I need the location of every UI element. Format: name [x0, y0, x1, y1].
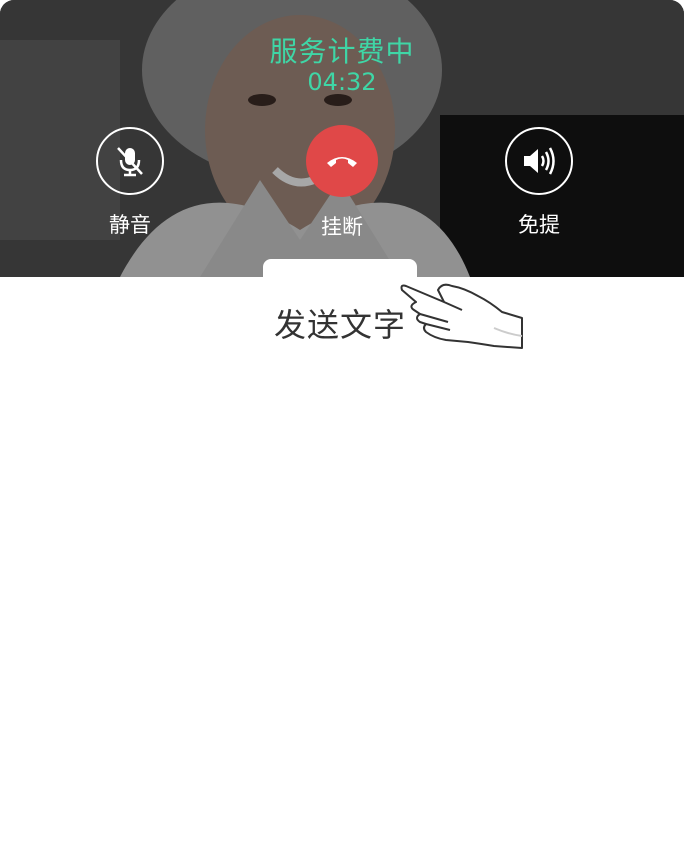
phone-hangup-icon: [327, 157, 357, 167]
send-text-button[interactable]: 发送文字: [274, 300, 406, 346]
hangup-button[interactable]: 挂断: [282, 125, 402, 241]
speaker-label: 免提: [518, 213, 560, 237]
mic-off-icon: [117, 147, 143, 177]
speaker-button[interactable]: 免提: [479, 127, 599, 239]
pointing-hand-icon: [400, 283, 523, 349]
call-timer: 04:32: [307, 68, 377, 96]
mute-button[interactable]: 静音: [70, 127, 190, 239]
speaker-circle[interactable]: [505, 127, 573, 195]
video-call-panel: 服务计费中 04:32 静音 挂断 免提: [0, 0, 684, 277]
send-text-tab[interactable]: [263, 259, 417, 299]
speaker-icon: [524, 147, 555, 175]
hangup-label: 挂断: [321, 215, 363, 239]
hangup-circle[interactable]: [306, 125, 378, 197]
mute-label: 静音: [109, 213, 151, 237]
mute-circle[interactable]: [96, 127, 164, 195]
call-status: 服务计费中: [269, 35, 415, 68]
